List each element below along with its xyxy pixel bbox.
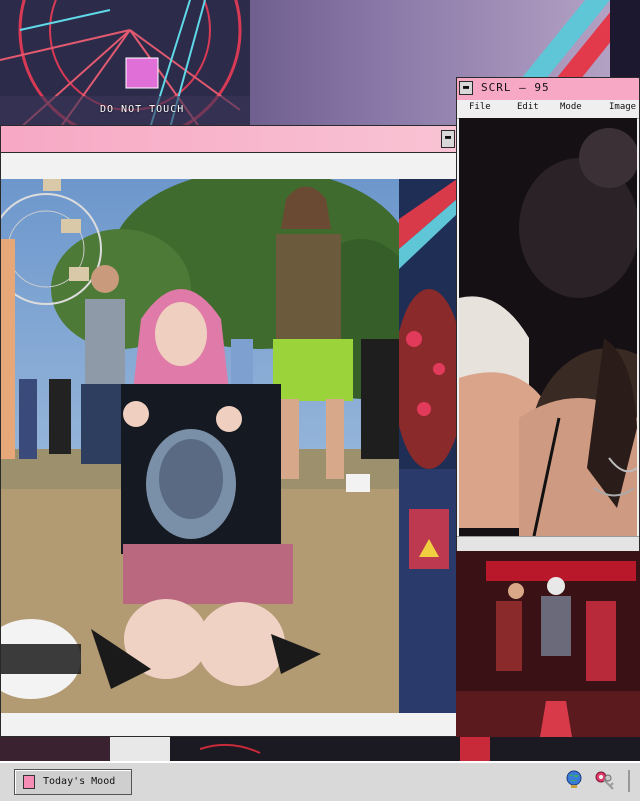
photo-window-titlebar[interactable]: ▬ xyxy=(1,126,457,153)
task-button-label: Today's Mood xyxy=(43,776,116,787)
taskbar: Today's Mood xyxy=(0,761,640,801)
scrl95-window[interactable]: ▬ SCRL – 95 File Edit Mode Image xyxy=(456,77,640,551)
window-title: SCRL – 95 xyxy=(481,81,550,94)
scrl95-titlebar[interactable]: ▬ SCRL – 95 xyxy=(457,78,639,101)
keys-icon[interactable] xyxy=(594,770,616,792)
decorative-stripes xyxy=(520,0,640,80)
menu-image[interactable]: Image xyxy=(609,102,636,112)
close-button[interactable]: ▬ xyxy=(459,81,473,95)
night-concert-photo xyxy=(459,118,637,536)
photo-window[interactable]: ▬ xyxy=(0,125,458,737)
menu-file[interactable]: File xyxy=(469,102,491,112)
menubar: File Edit Mode Image xyxy=(457,100,639,119)
minimize-button[interactable]: ▬ xyxy=(441,130,455,148)
menu-edit[interactable]: Edit xyxy=(517,102,539,112)
task-button-todays-mood[interactable]: Today's Mood xyxy=(14,769,132,795)
horizontal-scrollbar[interactable] xyxy=(457,536,639,551)
side-photo-strip xyxy=(399,179,457,713)
menu-mode[interactable]: Mode xyxy=(560,102,582,112)
bottom-backdrop-strip xyxy=(0,737,640,761)
tray-separator xyxy=(628,770,630,792)
sign-text: DO NOT TOUCH xyxy=(100,104,185,115)
document-icon xyxy=(23,775,35,789)
festival-photo xyxy=(1,179,399,713)
crowd-backdrop-photo xyxy=(456,551,640,761)
globe-icon[interactable] xyxy=(565,770,583,788)
